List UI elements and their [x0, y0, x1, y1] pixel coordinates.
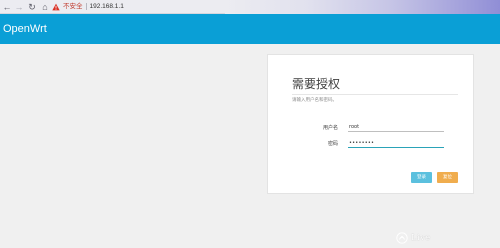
login-card: 需要授权 请输入用户名和密码。 用户名 密码 登录 复位 — [267, 54, 474, 194]
security-status-label[interactable]: 不安全 — [63, 1, 83, 12]
title-divider — [292, 94, 458, 95]
forward-icon[interactable]: → — [14, 2, 24, 12]
password-field[interactable] — [348, 139, 444, 148]
brand-title[interactable]: OpenWrt — [3, 21, 47, 37]
username-field[interactable] — [348, 123, 444, 132]
address-bar[interactable]: 不安全 192.168.1.1 — [52, 1, 202, 12]
back-icon[interactable]: ← — [2, 2, 12, 12]
page: ← → ↻ ⌂ 不安全 192.168.1.1 OpenWrt 需要授权 请输入… — [0, 0, 500, 248]
warning-triangle-icon — [52, 3, 60, 10]
reload-icon[interactable]: ↻ — [27, 2, 37, 12]
browser-theme-strip — [225, 0, 500, 14]
username-label: 用户名 — [322, 125, 338, 131]
address-separator — [85, 3, 87, 10]
browser-toolbar: ← → ↻ ⌂ 不安全 192.168.1.1 — [0, 0, 500, 14]
login-button[interactable]: 登录 — [411, 172, 432, 183]
url-text[interactable]: 192.168.1.1 — [90, 3, 124, 10]
app-header: OpenWrt — [0, 14, 500, 44]
watermark: Live — [396, 231, 444, 245]
reset-button[interactable]: 复位 — [437, 172, 458, 183]
home-icon[interactable]: ⌂ — [40, 2, 50, 12]
watermark-logo-icon — [396, 232, 408, 244]
password-label: 密码 — [327, 141, 338, 147]
watermark-text: Live — [411, 233, 431, 243]
login-title: 需要授权 — [292, 77, 341, 91]
login-hint: 请输入用户名和密码。 — [292, 98, 337, 103]
